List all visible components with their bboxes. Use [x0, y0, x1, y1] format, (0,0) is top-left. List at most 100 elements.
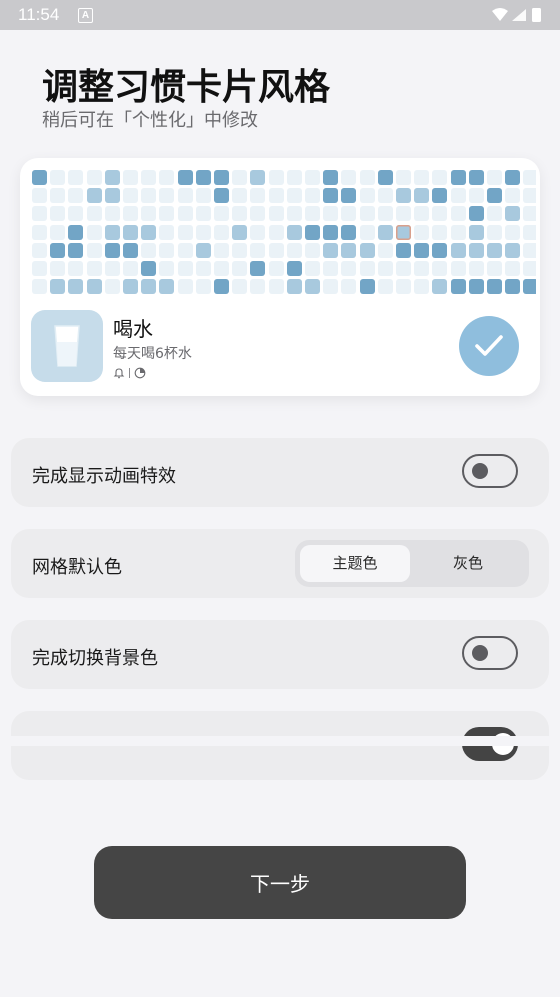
grid-cell [104, 261, 120, 276]
chart-icon [134, 367, 146, 379]
habit-card-preview[interactable]: 喝水 每天喝6杯水 [20, 158, 540, 396]
grid-cell [232, 242, 248, 258]
segment-theme-color[interactable]: 主题色 [300, 545, 410, 582]
grid-cell [141, 224, 157, 240]
animation-toggle[interactable] [462, 454, 518, 488]
grid-cell [68, 224, 84, 240]
grid-cell [305, 206, 320, 222]
grid-cell [505, 279, 521, 295]
grid-cell [195, 188, 211, 204]
check-icon [475, 335, 503, 356]
grid-cell [268, 170, 284, 185]
grid-cell [195, 261, 211, 276]
toggle-knob [472, 463, 488, 479]
grid-cell [123, 224, 138, 240]
grid-cell [414, 242, 430, 258]
grid-cell [214, 188, 229, 204]
habit-description: 每天喝6杯水 [113, 346, 192, 362]
grid-cell [159, 170, 175, 185]
grid-cell [450, 279, 466, 295]
grid-cell [323, 206, 339, 222]
grid-cell [432, 279, 448, 295]
grid-cell [50, 170, 66, 185]
next-step-button[interactable]: 下一步 [94, 846, 466, 919]
grid-cell [396, 206, 411, 222]
grid-cell [305, 242, 320, 258]
grid-cell [468, 224, 484, 240]
grid-cell [468, 188, 484, 204]
grid-cell [414, 188, 430, 204]
grid-cell [286, 261, 302, 276]
grid-cell [487, 170, 502, 185]
grid-cell [177, 279, 193, 295]
grid-cell [432, 224, 448, 240]
grid-cell [32, 206, 47, 222]
signal-icon [512, 9, 526, 21]
grid-cell [377, 279, 393, 295]
grid-cell [377, 242, 393, 258]
grid-cell [268, 242, 284, 258]
grid-cell [50, 224, 66, 240]
grid-cell [268, 188, 284, 204]
grid-cell [250, 242, 266, 258]
grid-cell [68, 188, 84, 204]
toggle-knob [472, 645, 488, 661]
setting-animation-effect: 完成显示动画特效 [11, 438, 549, 507]
grid-cell [195, 279, 211, 295]
grid-cell [214, 206, 229, 222]
grid-cell [32, 224, 47, 240]
grid-cell [104, 279, 120, 295]
grid-cell [341, 206, 357, 222]
grid-cell [104, 206, 120, 222]
water-glass-icon [31, 310, 103, 382]
grid-cell [177, 170, 193, 185]
grid-cell [32, 279, 47, 295]
grid-cell [50, 188, 66, 204]
grid-cell [86, 279, 102, 295]
grid-cell [487, 261, 502, 276]
grid-cell [32, 188, 47, 204]
grid-cell [214, 170, 229, 185]
grid-cell [250, 170, 266, 185]
status-icons [490, 6, 546, 24]
grid-cell [359, 170, 375, 185]
grid-cell [396, 224, 411, 240]
grid-cell [505, 206, 521, 222]
grid-cell [487, 206, 502, 222]
grid-cell [159, 206, 175, 222]
grid-cell [159, 279, 175, 295]
grid-cell [414, 170, 430, 185]
grid-cell [123, 206, 138, 222]
segment-gray[interactable]: 灰色 [413, 545, 523, 582]
grid-cell [450, 188, 466, 204]
grid-cell [177, 188, 193, 204]
grid-cell [377, 170, 393, 185]
background-toggle[interactable] [462, 636, 518, 670]
grid-cell [104, 170, 120, 185]
grid-cell [432, 188, 448, 204]
grid-cell [432, 242, 448, 258]
grid-cell [214, 224, 229, 240]
grid-cell [396, 279, 411, 295]
grid-cell [232, 170, 248, 185]
grid-cell [414, 261, 430, 276]
page-subtitle: 稍后可在「个性化」中修改 [42, 110, 258, 131]
setting-label: 网格默认色 [32, 557, 122, 578]
grid-cell [123, 188, 138, 204]
grid-cell [487, 279, 502, 295]
grid-cell [250, 224, 266, 240]
complete-check-button[interactable] [459, 316, 519, 376]
grid-cell [523, 224, 536, 240]
grid-cell [32, 242, 47, 258]
grid-cell [286, 279, 302, 295]
grid-color-segmented-control[interactable]: 主题色 灰色 [295, 540, 529, 587]
grid-cell [468, 279, 484, 295]
grid-cell [432, 206, 448, 222]
grid-cell [50, 261, 66, 276]
grid-cell [268, 224, 284, 240]
grid-cell [68, 261, 84, 276]
meta-separator [129, 368, 130, 378]
status-bar: 11:54 A [0, 0, 560, 30]
habit-name: 喝水 [113, 317, 153, 341]
grid-cell [123, 279, 138, 295]
